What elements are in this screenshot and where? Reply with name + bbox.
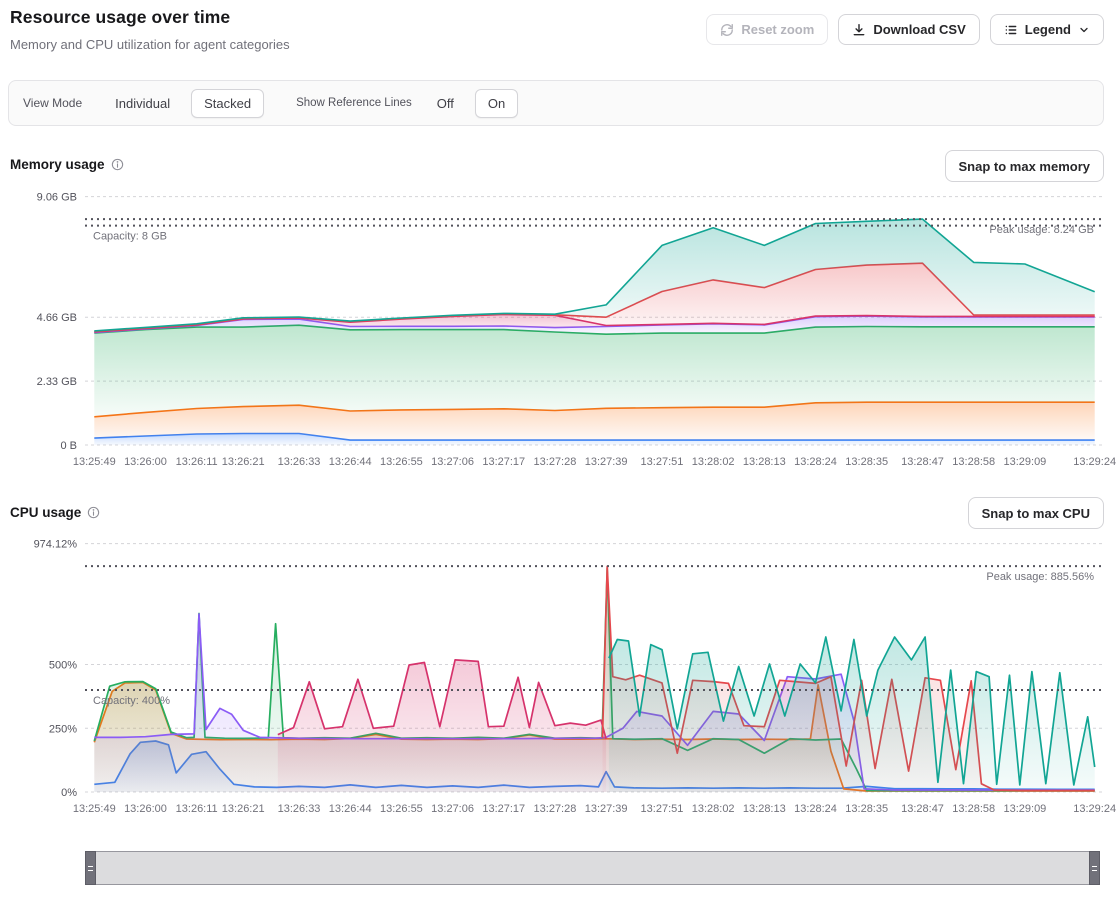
view-mode-stacked-button[interactable]: Stacked bbox=[191, 89, 264, 118]
svg-text:13:28:47: 13:28:47 bbox=[901, 803, 944, 815]
grip-icon bbox=[88, 866, 93, 871]
svg-text:13:26:44: 13:26:44 bbox=[329, 803, 372, 815]
svg-text:13:27:39: 13:27:39 bbox=[585, 456, 628, 468]
svg-text:0 B: 0 B bbox=[60, 440, 77, 452]
svg-text:Peak usage: 8.24 GB: Peak usage: 8.24 GB bbox=[989, 224, 1094, 236]
svg-text:13:25:49: 13:25:49 bbox=[73, 456, 116, 468]
refresh-icon bbox=[720, 23, 734, 37]
memory-section-title: Memory usage bbox=[10, 157, 124, 172]
cpu-title-text: CPU usage bbox=[10, 505, 81, 520]
svg-text:13:29:09: 13:29:09 bbox=[1003, 456, 1046, 468]
cpu-usage-chart[interactable]: 0% 250% 500% 974.12% 13:25:49 13:26:00 13:26:1… bbox=[0, 537, 1116, 829]
list-icon bbox=[1004, 23, 1018, 37]
svg-text:13:26:11: 13:26:11 bbox=[176, 456, 218, 468]
grip-icon bbox=[1092, 866, 1097, 871]
svg-text:250%: 250% bbox=[49, 723, 77, 735]
reference-lines: Capacity: 8 GB Peak usage: 8.24 GB bbox=[85, 219, 1104, 243]
svg-text:13:26:00: 13:26:00 bbox=[124, 456, 167, 468]
snap-to-max-memory-button[interactable]: Snap to max memory bbox=[945, 150, 1105, 182]
chevron-down-icon bbox=[1078, 24, 1090, 36]
svg-text:13:28:13: 13:28:13 bbox=[743, 456, 786, 468]
svg-text:13:28:47: 13:28:47 bbox=[901, 456, 944, 468]
svg-text:13:27:06: 13:27:06 bbox=[431, 456, 474, 468]
download-csv-label: Download CSV bbox=[873, 22, 965, 37]
svg-text:Capacity: 8 GB: Capacity: 8 GB bbox=[93, 231, 167, 243]
svg-text:13:27:28: 13:27:28 bbox=[534, 456, 577, 468]
svg-text:4.66 GB: 4.66 GB bbox=[37, 312, 77, 324]
cpu-section-title: CPU usage bbox=[10, 505, 100, 520]
svg-text:13:27:51: 13:27:51 bbox=[641, 456, 684, 468]
brush-right-handle[interactable] bbox=[1089, 851, 1100, 885]
download-icon bbox=[852, 23, 866, 37]
toolbar: Reset zoom Download CSV Legend bbox=[706, 14, 1104, 45]
svg-text:9.06 GB: 9.06 GB bbox=[37, 192, 77, 204]
reset-zoom-label: Reset zoom bbox=[741, 22, 814, 37]
svg-text:13:26:44: 13:26:44 bbox=[329, 456, 372, 468]
svg-text:13:27:51: 13:27:51 bbox=[641, 803, 684, 815]
time-range-brush[interactable] bbox=[85, 851, 1100, 885]
svg-text:13:27:17: 13:27:17 bbox=[482, 456, 525, 468]
svg-text:13:26:00: 13:26:00 bbox=[124, 803, 167, 815]
svg-text:13:29:24: 13:29:24 bbox=[1073, 456, 1116, 468]
view-mode-individual-button[interactable]: Individual bbox=[102, 89, 183, 118]
svg-text:13:27:28: 13:27:28 bbox=[534, 803, 577, 815]
svg-text:13:28:02: 13:28:02 bbox=[692, 803, 735, 815]
series bbox=[94, 219, 1094, 445]
svg-text:13:29:09: 13:29:09 bbox=[1003, 803, 1046, 815]
svg-text:13:28:58: 13:28:58 bbox=[952, 803, 995, 815]
svg-text:13:28:02: 13:28:02 bbox=[692, 456, 735, 468]
snap-to-max-cpu-button[interactable]: Snap to max CPU bbox=[968, 497, 1104, 529]
view-controls-bar: View Mode Individual Stacked Show Refere… bbox=[8, 80, 1104, 126]
svg-text:13:28:58: 13:28:58 bbox=[952, 456, 995, 468]
reference-lines-label: Show Reference Lines bbox=[296, 97, 412, 109]
svg-text:13:26:33: 13:26:33 bbox=[278, 803, 321, 815]
memory-title-text: Memory usage bbox=[10, 157, 105, 172]
legend-button[interactable]: Legend bbox=[990, 14, 1104, 45]
resource-usage-page: Resource usage over time Memory and CPU … bbox=[0, 0, 1116, 906]
svg-text:13:28:13: 13:28:13 bbox=[743, 803, 786, 815]
svg-text:13:28:24: 13:28:24 bbox=[794, 456, 837, 468]
info-icon[interactable] bbox=[87, 506, 100, 519]
svg-text:974.12%: 974.12% bbox=[34, 539, 78, 551]
download-csv-button[interactable]: Download CSV bbox=[838, 14, 979, 45]
svg-text:13:29:24: 13:29:24 bbox=[1073, 803, 1116, 815]
svg-text:13:27:06: 13:27:06 bbox=[431, 803, 474, 815]
svg-text:13:26:55: 13:26:55 bbox=[380, 456, 423, 468]
reference-lines-on-button[interactable]: On bbox=[475, 89, 518, 118]
svg-text:13:26:21: 13:26:21 bbox=[222, 803, 265, 815]
x-axis-labels: 13:25:49 13:26:00 13:26:11 13:26:21 13:26:33… bbox=[73, 456, 1116, 468]
svg-text:2.33 GB: 2.33 GB bbox=[37, 376, 77, 388]
svg-text:13:27:39: 13:27:39 bbox=[585, 803, 628, 815]
info-icon[interactable] bbox=[111, 158, 124, 171]
svg-text:Peak usage: 885.56%: Peak usage: 885.56% bbox=[986, 571, 1094, 583]
svg-text:13:25:49: 13:25:49 bbox=[73, 803, 116, 815]
svg-text:500%: 500% bbox=[49, 660, 77, 672]
legend-label: Legend bbox=[1025, 22, 1071, 37]
svg-text:13:26:55: 13:26:55 bbox=[380, 803, 423, 815]
svg-text:13:28:35: 13:28:35 bbox=[845, 803, 888, 815]
brush-left-handle[interactable] bbox=[85, 851, 96, 885]
view-mode-label: View Mode bbox=[23, 96, 82, 110]
page-subtitle: Memory and CPU utilization for agent cat… bbox=[10, 37, 290, 52]
reset-zoom-button[interactable]: Reset zoom bbox=[706, 14, 828, 45]
svg-text:Capacity: 400%: Capacity: 400% bbox=[93, 695, 170, 707]
page-title: Resource usage over time bbox=[10, 7, 230, 28]
series bbox=[94, 566, 1094, 792]
x-axis-labels: 13:25:49 13:26:00 13:26:11 13:26:21 13:26:33… bbox=[73, 803, 1116, 815]
svg-text:13:26:33: 13:26:33 bbox=[278, 456, 321, 468]
svg-text:13:26:11: 13:26:11 bbox=[176, 803, 218, 815]
reference-lines-off-button[interactable]: Off bbox=[424, 89, 467, 118]
memory-usage-chart[interactable]: 0 B 2.33 GB 4.66 GB 9.06 GB 13:25:49 13:26:00… bbox=[0, 190, 1116, 482]
svg-text:13:28:35: 13:28:35 bbox=[845, 456, 888, 468]
svg-text:13:28:24: 13:28:24 bbox=[794, 803, 837, 815]
svg-text:13:26:21: 13:26:21 bbox=[222, 456, 265, 468]
svg-text:13:27:17: 13:27:17 bbox=[482, 803, 525, 815]
svg-text:0%: 0% bbox=[61, 787, 77, 799]
